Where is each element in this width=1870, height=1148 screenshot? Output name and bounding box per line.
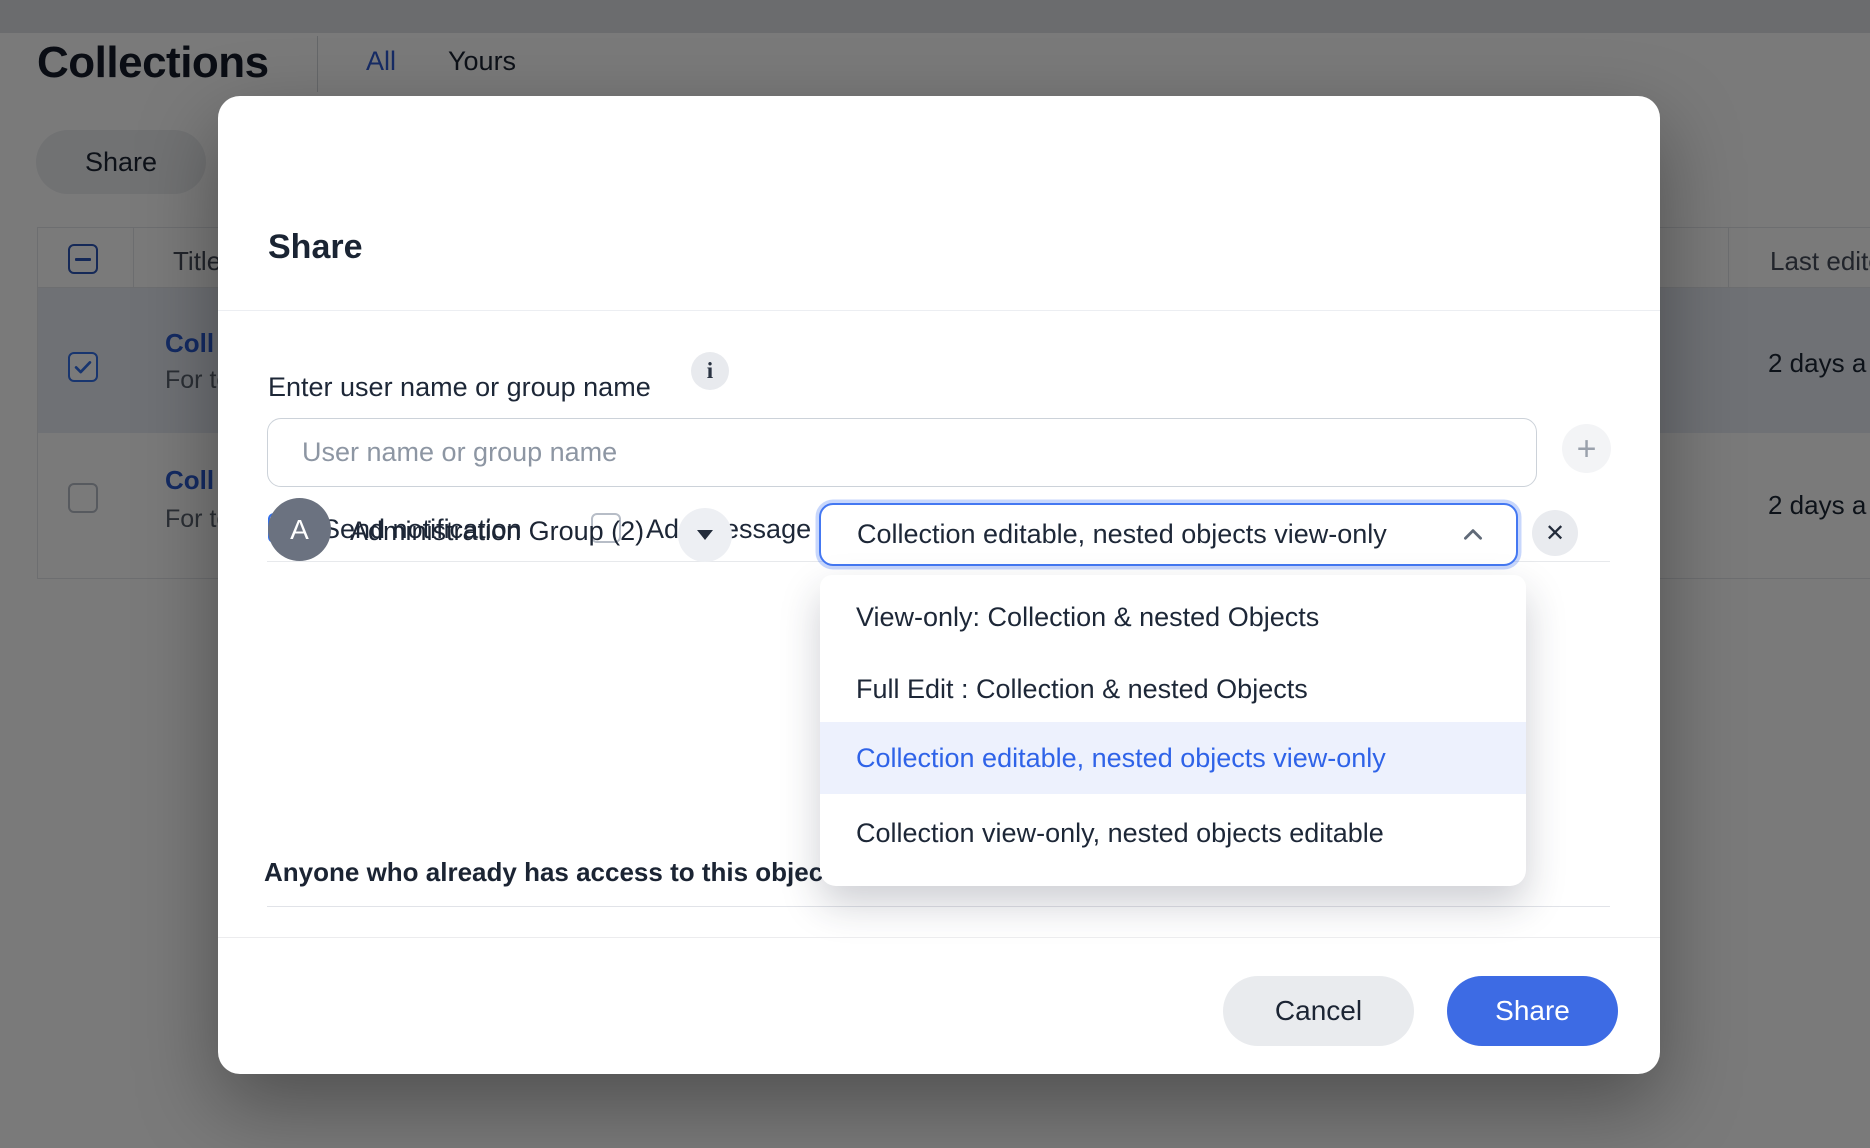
menu-option-selected[interactable]: Collection editable, nested objects view… bbox=[820, 722, 1526, 794]
menu-option[interactable]: Collection view-only, nested objects edi… bbox=[820, 797, 1526, 869]
caret-down-icon bbox=[697, 530, 713, 540]
share-dialog: Share Enter user name or group name i + … bbox=[218, 96, 1660, 1074]
share-submit-button[interactable]: Share bbox=[1447, 976, 1618, 1046]
section-divider bbox=[267, 906, 1610, 907]
menu-option[interactable]: Full Edit : Collection & nested Objects bbox=[820, 653, 1526, 725]
recipient-name: Administration Group (2) bbox=[350, 516, 644, 547]
close-icon: ✕ bbox=[1545, 519, 1565, 548]
permission-dropdown-menu: View-only: Collection & nested Objects F… bbox=[820, 575, 1526, 886]
permission-select[interactable]: Collection editable, nested objects view… bbox=[819, 503, 1518, 566]
cancel-button[interactable]: Cancel bbox=[1223, 976, 1414, 1046]
dialog-header-divider bbox=[218, 310, 1660, 311]
avatar: A bbox=[268, 498, 331, 561]
dialog-title: Share bbox=[268, 228, 363, 267]
recipient-input[interactable] bbox=[267, 418, 1537, 487]
add-recipient-button[interactable]: + bbox=[1562, 424, 1611, 473]
chevron-up-icon bbox=[1460, 522, 1486, 548]
remove-recipient-button[interactable]: ✕ bbox=[1532, 510, 1578, 556]
menu-option[interactable]: View-only: Collection & nested Objects bbox=[820, 581, 1526, 653]
footer-divider bbox=[218, 937, 1660, 938]
permission-select-value: Collection editable, nested objects view… bbox=[857, 519, 1438, 550]
info-icon[interactable]: i bbox=[691, 352, 729, 390]
recipient-expand-button[interactable] bbox=[678, 508, 732, 562]
recipient-label: Enter user name or group name bbox=[268, 372, 651, 403]
plus-icon: + bbox=[1577, 432, 1597, 466]
